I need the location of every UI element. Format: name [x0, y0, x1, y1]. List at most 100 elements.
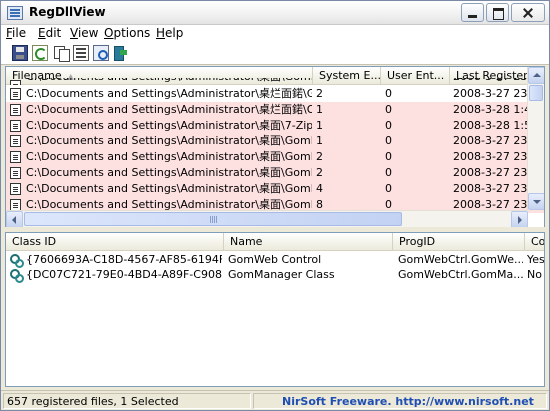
menu-options[interactable]: Options: [104, 26, 150, 40]
html-report-icon[interactable]: [93, 45, 109, 61]
maximize-button[interactable]: [486, 3, 509, 22]
com-class-icon: [10, 269, 24, 283]
cell-system: 1: [316, 134, 323, 148]
dll-file-icon: [10, 119, 21, 132]
exit-icon[interactable]: [111, 45, 127, 61]
cell-user: 0: [385, 118, 392, 132]
file-row[interactable]: C:\Documents and Settings\Administrator\…: [6, 149, 544, 166]
cell-last: 2008-3-28 1:53:0: [453, 118, 527, 132]
cell-class-id: {7606693A-C18D-4567-AF85-6194FF7...: [26, 253, 222, 266]
cell-last: 2008-3-27 23:31:: [453, 134, 527, 148]
cell-user: 0: [385, 181, 392, 195]
classes-list-header: Class ID Name ProgID Cor: [6, 233, 544, 251]
scroll-left-button[interactable]: [6, 211, 23, 227]
arrow-down-icon: [533, 200, 541, 204]
grip-icon: [210, 216, 218, 223]
cell-filename: C:\Documents and Settings\Administrator\…: [26, 134, 312, 148]
file-row[interactable]: C:\Documents and Settings\Administrator\…: [6, 101, 544, 118]
menu-bar: File Edit View Options Help: [1, 25, 549, 42]
cell-last: 2008-3-27 23:31:: [453, 78, 527, 85]
arrow-up-icon: [533, 73, 541, 77]
column-class-id[interactable]: Class ID: [6, 233, 224, 251]
cell-progid: GomWebCtrl.GomMa...: [398, 268, 523, 281]
menu-file[interactable]: File: [6, 26, 26, 40]
status-bar: 657 registered files, 1 Selected NirSoft…: [1, 390, 549, 410]
file-row[interactable]: C:\Documents and Settings\Administrator\…: [6, 86, 544, 102]
column-progid[interactable]: ProgID: [393, 233, 525, 251]
close-button[interactable]: [511, 3, 545, 22]
cell-system: 2: [316, 166, 323, 179]
cell-user: 0: [385, 102, 392, 116]
menu-edit[interactable]: Edit: [38, 26, 61, 40]
cell-name: GomWeb Control: [228, 253, 322, 266]
cell-user: 0: [385, 134, 392, 148]
cell-system: 1: [316, 102, 323, 116]
regdllview-window: RegDllView File Edit View Options Help F…: [0, 0, 550, 411]
column-cor[interactable]: Cor: [525, 233, 544, 251]
nirsoft-link[interactable]: NirSoft Freeware. http://www.nirsoft.net: [282, 395, 534, 408]
cell-last: 2008-3-27 23:31:: [453, 150, 527, 164]
files-horizontal-scrollbar[interactable]: [6, 210, 528, 227]
save-icon[interactable]: [12, 45, 28, 61]
cell-name: GomManager Class: [228, 268, 335, 281]
dll-file-icon: [10, 198, 21, 211]
class-row[interactable]: {DC07C721-79E0-4BD4-A89F-C90871... GomMan…: [6, 267, 544, 283]
cell-system: 2: [316, 87, 323, 100]
cell-user: 0: [385, 87, 392, 100]
cell-filename: C:\Documents and Settings\Administrator\…: [26, 150, 312, 164]
dll-file-icon: [10, 167, 21, 179]
dll-file-icon: [10, 182, 21, 195]
cell-user: 0: [385, 166, 392, 179]
cell-progid: GomWebCtrl.GomWe...: [398, 253, 523, 266]
properties-icon[interactable]: [73, 45, 89, 61]
files-vertical-scrollbar[interactable]: [527, 67, 544, 210]
classes-list[interactable]: Class ID Name ProgID Cor {7606693A-C18D-…: [5, 232, 545, 387]
cell-system: 2: [316, 150, 323, 164]
file-row[interactable]: C:\Documents and Settings\Administrator\…: [6, 133, 544, 150]
cell-filename: C:\Documents and Settings\Administrator\…: [26, 118, 312, 132]
menu-help[interactable]: Help: [156, 26, 183, 40]
file-row[interactable]: C:\Documents and Settings\Administrator\…: [6, 180, 544, 197]
scroll-down-button[interactable]: [528, 193, 544, 210]
menu-view[interactable]: View: [70, 26, 98, 40]
toolbar: [1, 42, 549, 65]
scroll-up-button[interactable]: [528, 67, 544, 84]
cell-filename: C:\Documents and Settings\Administrator\…: [26, 166, 312, 179]
cell-filename: C:\Documents and Settings\Administrator\…: [26, 181, 312, 195]
cell-last: 2008-3-27 23:31:: [453, 181, 527, 195]
cell-system: [316, 78, 380, 85]
refresh-icon[interactable]: [32, 45, 48, 61]
cell-class-id: {DC07C721-79E0-4BD4-A89F-C90871...: [26, 268, 222, 281]
dll-file-icon: [10, 135, 21, 148]
cell-filename: C:\Documents and Settings\Administrator\…: [26, 102, 312, 116]
window-title: RegDllView: [29, 5, 106, 19]
cell-last: 2008-3-27 23:31:: [453, 87, 527, 100]
column-name[interactable]: Name: [224, 233, 393, 251]
files-list[interactable]: Filename ▲ System E... User Ent... Last R…: [5, 66, 545, 228]
title-bar: RegDllView: [1, 1, 549, 25]
scroll-thumb-vertical[interactable]: [529, 85, 543, 101]
com-class-icon: [10, 254, 24, 268]
minimize-button[interactable]: [461, 3, 484, 22]
file-row[interactable]: C:\Documents and Settings\Administrator\…: [6, 117, 544, 134]
file-row[interactable]: C:\Documents and Settings\Administrator\…: [6, 78, 544, 85]
cell-user: 0: [385, 150, 392, 164]
cell-filename: C:\Documents and Settings\Administrator\…: [26, 78, 312, 85]
file-row[interactable]: C:\Documents and Settings\Administrator\…: [6, 165, 544, 181]
cell-system: 1: [316, 118, 323, 132]
dll-file-icon: [10, 103, 21, 116]
scroll-right-button[interactable]: [511, 211, 528, 227]
status-count: 657 registered files, 1 Selected: [3, 393, 251, 409]
arrow-left-icon: [12, 216, 16, 224]
cell-last: 2008-3-28 1:41:2: [453, 102, 527, 116]
copy-icon[interactable]: [53, 45, 70, 62]
class-row[interactable]: {7606693A-C18D-4567-AF85-6194FF7... GomWe…: [6, 252, 544, 268]
cell-filename: C:\Documents and Settings\Administrator\…: [26, 87, 312, 100]
cell-last: 2008-3-27 23:31:: [453, 166, 527, 179]
dll-file-icon: [10, 88, 21, 100]
scroll-thumb[interactable]: [24, 212, 402, 226]
dll-file-icon: [10, 80, 21, 85]
dll-file-icon: [10, 151, 21, 164]
cell-user: [385, 78, 449, 85]
cell-system: 4: [316, 181, 323, 195]
